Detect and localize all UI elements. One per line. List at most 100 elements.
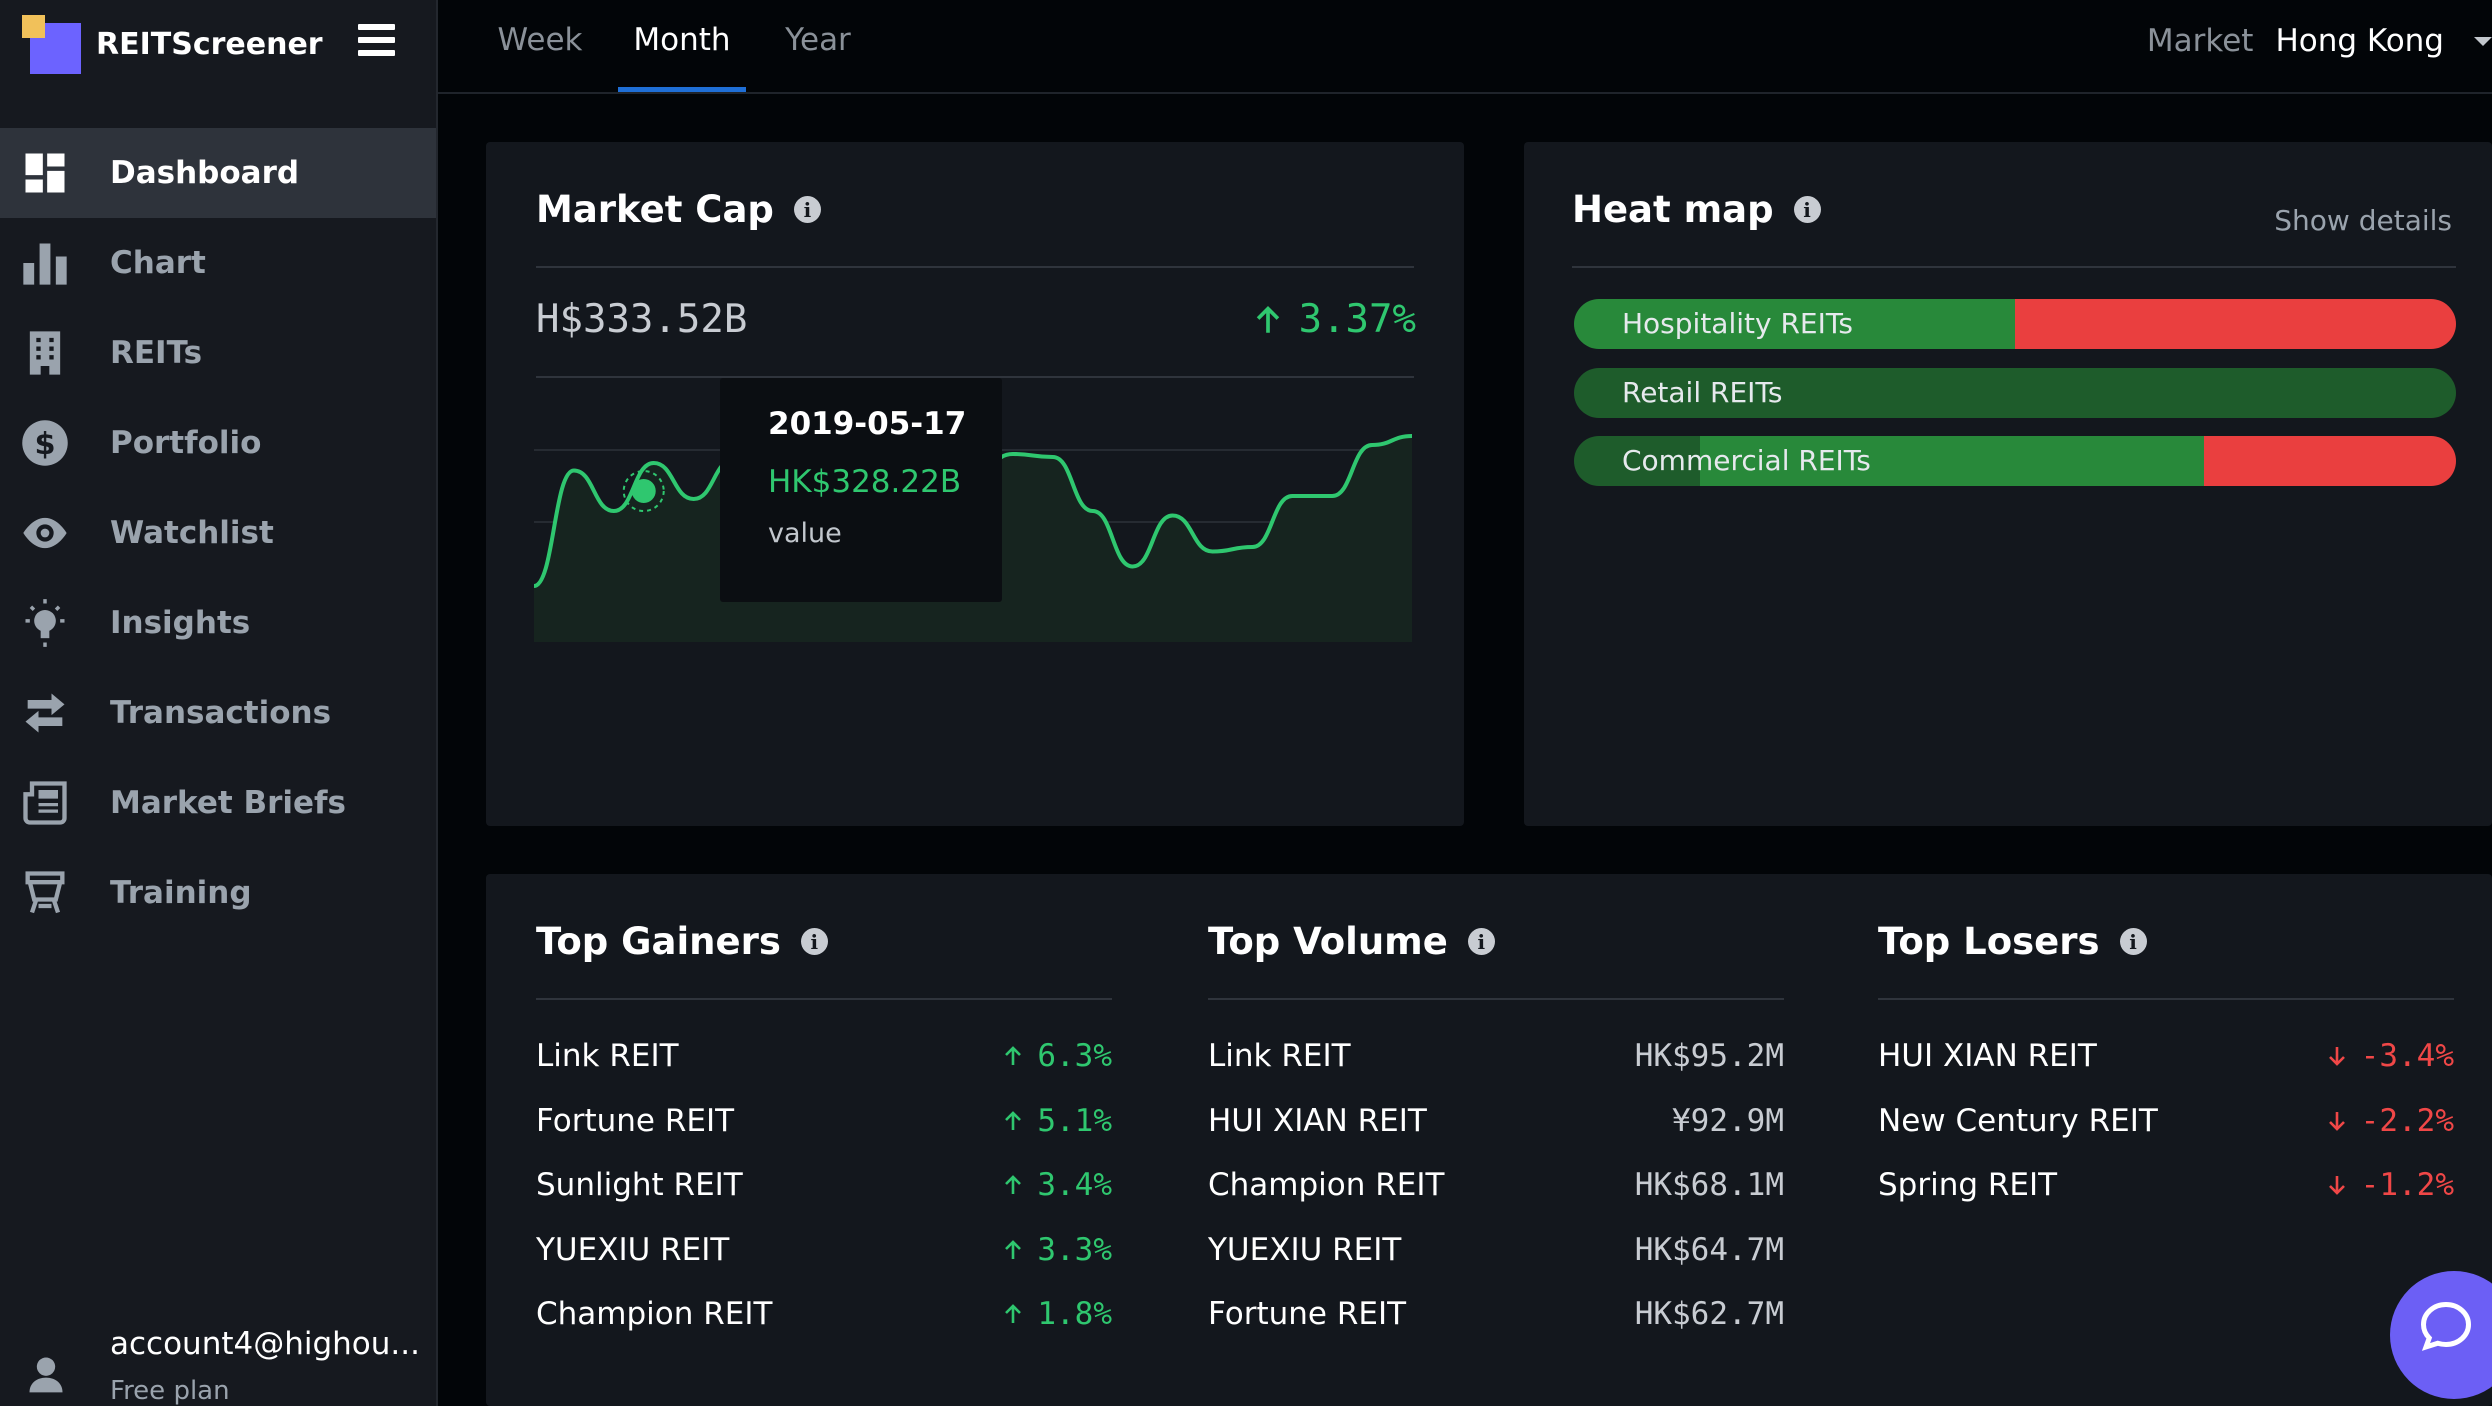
newspaper-icon [18,776,72,830]
reit-value: -1.2% [2325,1153,2454,1217]
market-cap-change: 3.37% [1251,297,1416,342]
list-item[interactable]: YUEXIU REIT 3.3% [536,1218,1112,1282]
value-text: -2.2% [2360,1102,2454,1139]
card-title-text: Top Gainers [536,920,781,963]
sidebar-item-reits[interactable]: REITs [0,308,436,398]
account-plan: Free plan [110,1376,230,1406]
svg-text:$: $ [34,427,55,462]
list-item[interactable]: New Century REIT -2.2% [1878,1089,2454,1153]
value-text: HK$95.2M [1634,1038,1784,1074]
reit-name: Link REIT [536,1038,679,1074]
value-text: HK$64.7M [1634,1231,1784,1268]
eye-icon [18,506,72,560]
sidebar-nav: Dashboard Chart REITs $ Portfolio Watchl… [0,128,436,938]
sidebar-item-label: Watchlist [110,515,274,551]
sidebar-item-training[interactable]: Training [0,848,436,938]
heat-map-bar[interactable]: Commercial REITs [1574,436,2456,486]
heat-map-card: Heat map i Show details Hospitality REIT… [1524,142,2492,826]
reit-name: Champion REIT [1208,1167,1445,1203]
chart-tooltip: 2019-05-17 HK$328.22B value [720,378,1002,602]
list-item[interactable]: Champion REIT 1.8% [536,1282,1112,1346]
info-icon[interactable]: i [793,196,821,223]
top-gainers-list: Link REIT 6.3% Fortune REIT 5.1% Sunlight RE… [536,1024,1112,1364]
arrow-up-icon [1256,305,1279,333]
chevron-down-icon [2474,36,2492,46]
menu-icon[interactable] [358,24,398,58]
heat-map-bar-label: Commercial REITs [1622,444,1871,477]
sidebar-item-label: Insights [110,605,251,641]
reit-name: Sunlight REIT [536,1167,743,1203]
value-text: -3.4% [2360,1038,2454,1074]
divider [1878,998,2454,1000]
market-value[interactable]: Hong Kong [2275,23,2444,59]
chat-bubble-icon [2420,1301,2472,1351]
sidebar-item-insights[interactable]: Insights [0,578,436,668]
dashboard-icon [18,146,72,200]
info-icon[interactable]: i [2119,928,2147,955]
info-icon[interactable]: i [1467,928,1495,955]
show-details-link[interactable]: Show details [2274,204,2452,237]
reit-value: ¥92.9M [1672,1089,1784,1153]
list-item[interactable]: Link REIT HK$95.2M [1208,1024,1784,1088]
reit-value: 5.1% [1001,1089,1112,1153]
tooltip-label: value [768,518,842,549]
highlight-point[interactable] [631,479,656,503]
reit-value: 3.4% [1001,1153,1112,1217]
reit-value: -2.2% [2325,1089,2454,1153]
heat-map-bar-label: Retail REITs [1622,376,1783,409]
sidebar-item-label: Market Briefs [110,785,346,821]
reit-name: YUEXIU REIT [1208,1231,1402,1268]
reit-value: 1.8% [1001,1282,1112,1346]
sidebar-item-transactions[interactable]: Transactions [0,668,436,758]
account-panel[interactable]: account4@highou... Free plan [0,1306,436,1406]
heat-map-bar-label: Hospitality REITs [1622,307,1853,340]
list-item[interactable]: Link REIT 6.3% [536,1024,1112,1088]
info-icon[interactable]: i [1793,196,1821,223]
heat-map-bar[interactable]: Hospitality REITs [1574,299,2456,349]
account-email: account4@highou... [110,1326,420,1362]
reit-name: HUI XIAN REIT [1878,1038,2097,1074]
list-item[interactable]: YUEXIU REIT HK$64.7M [1208,1218,1784,1282]
lightbulb-icon [18,596,72,650]
reit-value: HK$62.7M [1635,1282,1784,1346]
sidebar-item-portfolio[interactable]: $ Portfolio [0,398,436,488]
tab-month[interactable]: Month [618,0,746,92]
reit-name: New Century REIT [1878,1102,2158,1139]
list-item[interactable]: HUI XIAN REIT -3.4% [1878,1024,2454,1088]
arrow-up-icon [1001,1171,1037,1199]
brand[interactable]: REITScreener [22,13,323,75]
divider [1208,998,1784,1000]
dollar-circle-icon: $ [18,416,72,470]
divider [1572,266,2456,268]
list-item[interactable]: Champion REIT HK$68.1M [1208,1153,1784,1217]
reit-name: YUEXIU REIT [536,1231,730,1268]
bar-chart-icon [18,236,72,290]
list-item[interactable]: Sunlight REIT 3.4% [536,1153,1112,1217]
heat-map-title: Heat map i [1572,188,1821,231]
list-item[interactable]: Spring REIT -1.2% [1878,1153,2454,1217]
movers-card: Top Gainers i Link REIT 6.3% Fortune REIT 5… [486,874,2492,1406]
top-gainers-title: Top Gainers i [536,920,828,963]
tooltip-date: 2019-05-17 [768,406,967,442]
sidebar-item-label: Training [110,875,252,911]
info-icon[interactable]: i [800,928,828,955]
value-text: 6.3% [1037,1038,1112,1074]
tooltip-value: HK$328.22B [768,464,962,500]
market-selector[interactable]: Market Hong Kong [2147,0,2492,82]
reit-value: -3.4% [2325,1024,2454,1088]
sidebar-item-watchlist[interactable]: Watchlist [0,488,436,578]
top-losers-list: HUI XIAN REIT -3.4% New Century REIT -2.2% S… [1878,1024,2454,1364]
tab-year[interactable]: Year [758,0,878,92]
list-item[interactable]: Fortune REIT 5.1% [536,1089,1112,1153]
reit-name: Link REIT [1208,1038,1351,1074]
value-text: 3.4% [1037,1167,1112,1203]
sidebar-item-market-briefs[interactable]: Market Briefs [0,758,436,848]
swap-arrows-icon [18,686,72,740]
list-item[interactable]: HUI XIAN REIT ¥92.9M [1208,1089,1784,1153]
sidebar-item-dashboard[interactable]: Dashboard [0,128,436,218]
tab-week[interactable]: Week [480,0,600,92]
heat-map-bar[interactable]: Retail REITs [1574,368,2456,418]
top-losers-title: Top Losers i [1878,920,2147,963]
sidebar-item-chart[interactable]: Chart [0,218,436,308]
list-item[interactable]: Fortune REIT HK$62.7M [1208,1282,1784,1346]
